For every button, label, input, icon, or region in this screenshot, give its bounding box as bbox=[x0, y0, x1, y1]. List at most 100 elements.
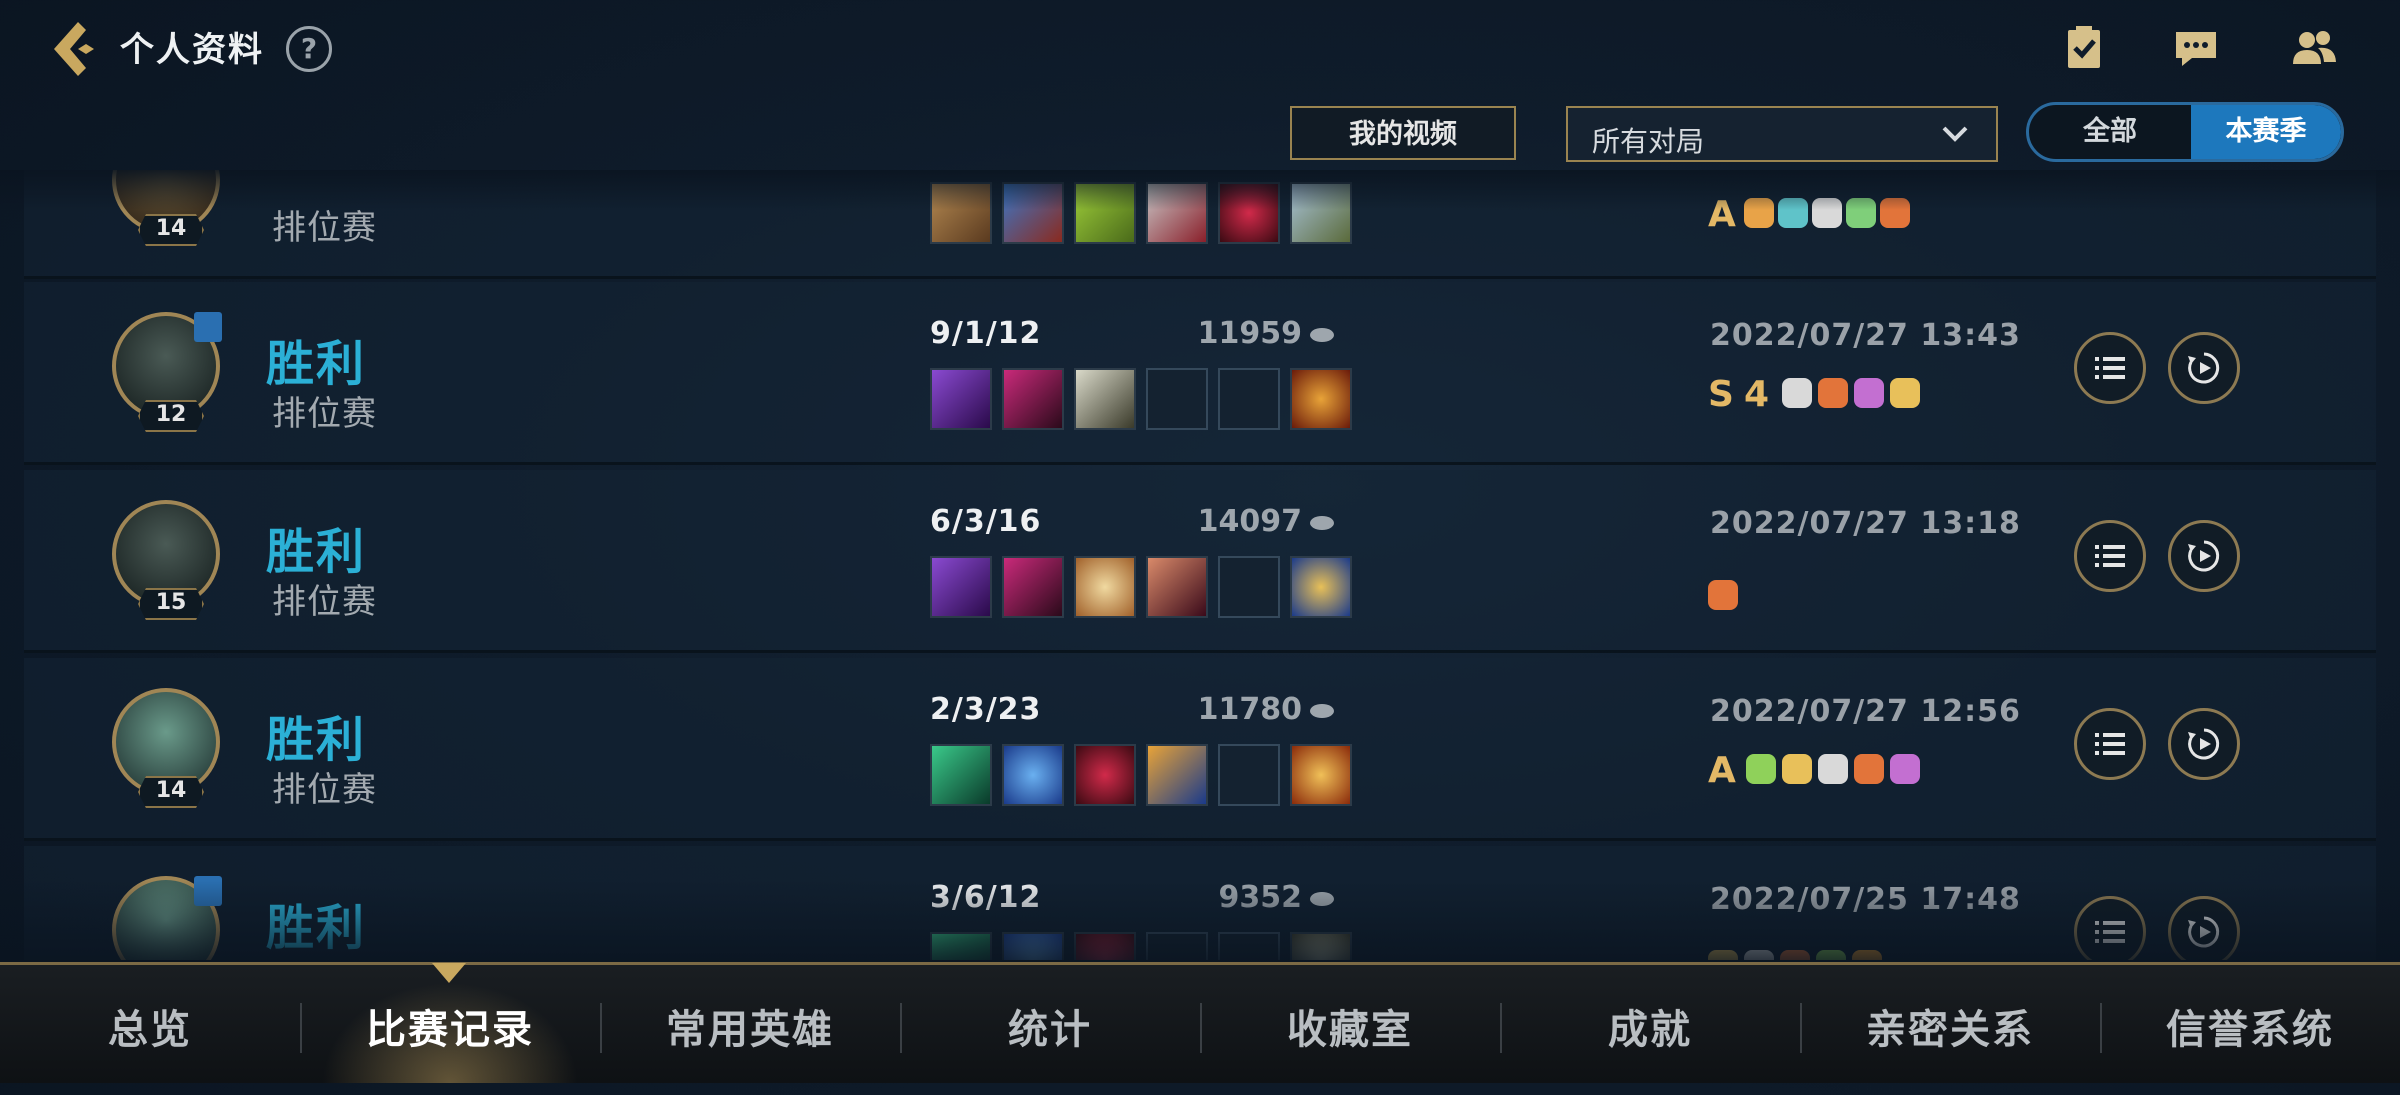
help-button[interactable]: ? bbox=[286, 26, 332, 72]
queue-type: 排位赛 bbox=[272, 582, 377, 622]
item-slot[interactable] bbox=[1218, 182, 1280, 244]
queue-type: 排位赛 bbox=[272, 394, 377, 434]
shield-badge-icon bbox=[1778, 198, 1808, 228]
link-badge-icon bbox=[1744, 950, 1774, 960]
item-slot[interactable] bbox=[1002, 744, 1064, 806]
item-slot[interactable] bbox=[1074, 744, 1136, 806]
match-row[interactable]: 14 排位赛 A bbox=[24, 170, 2376, 279]
season-toggle[interactable]: 全部 本赛季 bbox=[2026, 102, 2344, 162]
tab-achievements[interactable]: 成就 bbox=[1500, 965, 1800, 1083]
friends-icon[interactable] bbox=[2290, 24, 2338, 72]
item-slot[interactable] bbox=[1074, 932, 1136, 960]
trinket-slot[interactable] bbox=[1290, 556, 1352, 618]
item-slot[interactable] bbox=[930, 556, 992, 618]
tab-favorite-champions[interactable]: 常用英雄 bbox=[600, 965, 900, 1083]
match-result: 胜利 bbox=[266, 336, 367, 392]
trinket-slot[interactable] bbox=[1290, 932, 1352, 960]
item-slot[interactable] bbox=[1146, 182, 1208, 244]
scroll-badge-icon bbox=[1780, 950, 1810, 960]
toggle-season[interactable]: 本赛季 bbox=[2191, 105, 2341, 159]
item-slot[interactable] bbox=[1002, 182, 1064, 244]
level-badge: 15 bbox=[138, 588, 204, 620]
item-slot[interactable] bbox=[1074, 368, 1136, 430]
kda: 6/3/16 bbox=[930, 504, 1042, 539]
bottom-tab-bar: 总览 比赛记录 常用英雄 统计 收藏室 成就 亲密关系 信誉系统 bbox=[0, 962, 2400, 1083]
page-title: 个人资料 bbox=[120, 30, 264, 70]
tab-collection[interactable]: 收藏室 bbox=[1200, 965, 1500, 1083]
grade-label: A bbox=[1708, 194, 1736, 235]
match-list[interactable]: 14 排位赛 A 12 胜利 排位赛 9/1/12 11959 2022/07/… bbox=[0, 170, 2400, 960]
trinket-slot[interactable] bbox=[1290, 368, 1352, 430]
item-slot[interactable] bbox=[1290, 182, 1352, 244]
item-slot[interactable] bbox=[1002, 556, 1064, 618]
match-details-button[interactable] bbox=[2074, 708, 2146, 780]
match-row[interactable]: 胜利 排位赛 3/6/12 9352 2022/07/25 17:48 bbox=[24, 846, 2376, 960]
item-slot-empty[interactable] bbox=[1146, 368, 1208, 430]
replay-button[interactable] bbox=[2168, 520, 2240, 592]
match-details-button[interactable] bbox=[2074, 332, 2146, 404]
queue-type: 排位赛 bbox=[272, 770, 377, 810]
item-slot[interactable] bbox=[930, 368, 992, 430]
tab-relationships[interactable]: 亲密关系 bbox=[1800, 965, 2100, 1083]
match-row[interactable]: 15 胜利 排位赛 6/3/16 14097 2022/07/27 13:18 bbox=[24, 470, 2376, 653]
item-slot-empty[interactable] bbox=[1146, 932, 1208, 960]
item-slot-empty[interactable] bbox=[1218, 556, 1280, 618]
gold-icon bbox=[1310, 703, 1334, 718]
item-slot-empty[interactable] bbox=[1218, 368, 1280, 430]
match-filter-select[interactable]: 所有对局 bbox=[1566, 106, 1998, 162]
match-details-button[interactable] bbox=[2074, 896, 2146, 960]
match-result: 胜利 bbox=[266, 712, 367, 768]
back-button[interactable] bbox=[48, 18, 106, 80]
flag-badge-icon bbox=[1746, 754, 1776, 784]
link-badge-icon bbox=[1812, 198, 1842, 228]
queue-type: 排位赛 bbox=[272, 950, 377, 960]
match-row[interactable]: 12 胜利 排位赛 9/1/12 11959 2022/07/27 13:43 … bbox=[24, 282, 2376, 465]
match-result: 胜利 bbox=[266, 524, 367, 580]
tab-match-history[interactable]: 比赛记录 bbox=[300, 965, 600, 1083]
task-clipboard-icon[interactable] bbox=[2060, 24, 2108, 72]
tab-overview[interactable]: 总览 bbox=[0, 965, 300, 1083]
list-icon bbox=[2095, 733, 2125, 755]
level-badge: 14 bbox=[138, 214, 204, 246]
replay-button[interactable] bbox=[2168, 708, 2240, 780]
multikill-label: 4 bbox=[1744, 374, 1770, 415]
item-slot[interactable] bbox=[930, 932, 992, 960]
gold-value: 9352 bbox=[1218, 880, 1303, 915]
item-slot-empty[interactable] bbox=[1218, 744, 1280, 806]
item-slot[interactable] bbox=[1146, 744, 1208, 806]
match-details-button[interactable] bbox=[2074, 520, 2146, 592]
chat-icon[interactable] bbox=[2172, 24, 2220, 72]
item-slot-empty[interactable] bbox=[1218, 932, 1280, 960]
level-badge: 12 bbox=[138, 400, 204, 432]
item-slot[interactable] bbox=[1002, 932, 1064, 960]
my-videos-button[interactable]: 我的视频 bbox=[1290, 106, 1516, 160]
grade-label: A bbox=[1708, 750, 1736, 791]
replay-icon bbox=[2188, 916, 2220, 948]
gold-earned: 11780 bbox=[1154, 692, 1334, 727]
item-slot[interactable] bbox=[930, 744, 992, 806]
kda: 2/3/23 bbox=[930, 692, 1042, 727]
honor-badge-icon bbox=[1890, 378, 1920, 408]
tab-stats[interactable]: 统计 bbox=[900, 965, 1200, 1083]
trinket-slot[interactable] bbox=[1290, 744, 1352, 806]
item-slot[interactable] bbox=[1002, 368, 1064, 430]
shield-badge-icon bbox=[1846, 198, 1876, 228]
list-icon bbox=[2095, 921, 2125, 943]
replay-icon bbox=[2188, 352, 2220, 384]
honor-badge-icon bbox=[1708, 950, 1738, 960]
replay-button[interactable] bbox=[2168, 896, 2240, 960]
list-icon bbox=[2095, 357, 2125, 379]
queue-type: 排位赛 bbox=[272, 208, 377, 248]
replay-button[interactable] bbox=[2168, 332, 2240, 404]
item-slot[interactable] bbox=[1074, 556, 1136, 618]
item-slot[interactable] bbox=[1074, 182, 1136, 244]
item-slot[interactable] bbox=[1146, 556, 1208, 618]
match-row[interactable]: 14 胜利 排位赛 2/3/23 11780 2022/07/27 12:56 … bbox=[24, 658, 2376, 841]
tab-honor-system[interactable]: 信誉系统 bbox=[2100, 965, 2400, 1083]
gold-value: 14097 bbox=[1197, 504, 1302, 539]
item-slot[interactable] bbox=[930, 182, 992, 244]
party-icon bbox=[194, 312, 222, 342]
chevron-down-icon bbox=[1942, 126, 1968, 142]
toggle-all[interactable]: 全部 bbox=[2029, 105, 2191, 159]
kda: 9/1/12 bbox=[930, 316, 1042, 351]
